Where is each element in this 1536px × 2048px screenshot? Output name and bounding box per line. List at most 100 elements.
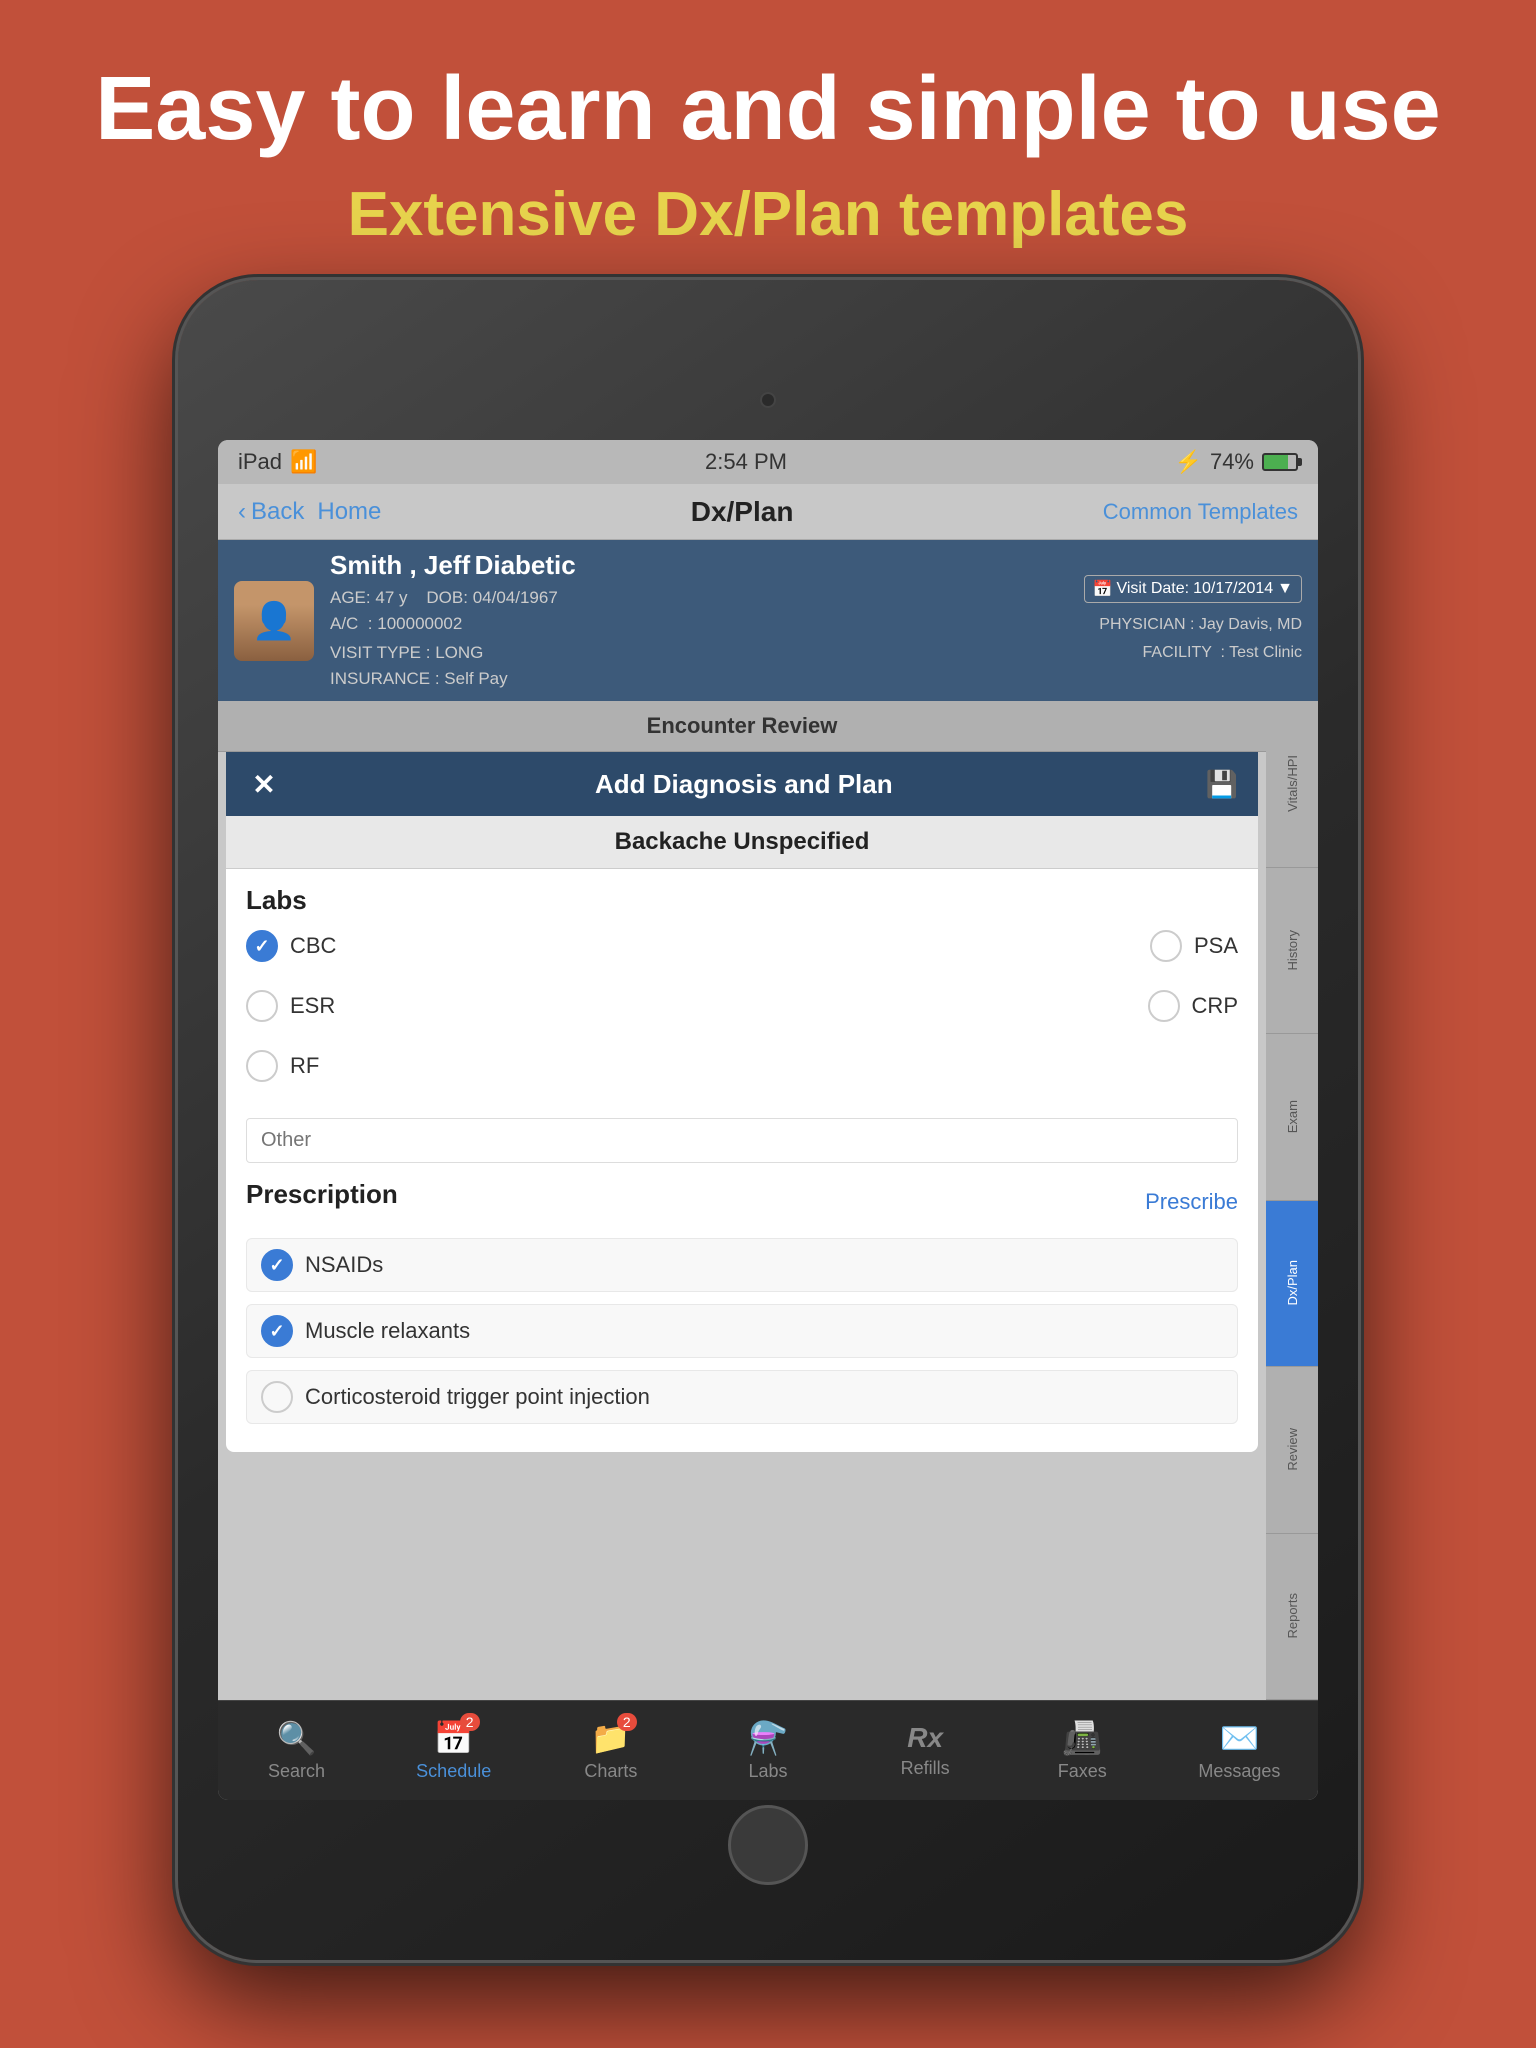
common-templates-button[interactable]: Common Templates: [1103, 499, 1298, 525]
ac-label: A/C: [330, 614, 358, 633]
dialog-save-button[interactable]: 💾: [1206, 769, 1238, 800]
esr-row: ESR: [246, 990, 335, 1022]
tab-vitals-hpi[interactable]: Vitals/HPI: [1266, 701, 1318, 868]
faxes-nav-icon: 📠: [1062, 1719, 1102, 1757]
cbc-checkbox[interactable]: [246, 930, 278, 962]
physician-label: PHYSICIAN: [1099, 616, 1185, 633]
corticosteroid-checkbox[interactable]: [261, 1381, 293, 1413]
patient-info: Smith , Jeff Diabetic AGE: 47 y DOB: 04/…: [330, 550, 1068, 691]
tab-exam[interactable]: Exam: [1266, 1034, 1318, 1201]
patient-photo: 👤: [234, 581, 314, 661]
rf-row: RF: [246, 1050, 319, 1082]
ipad-bottom-bezel: [218, 1800, 1318, 1880]
nsaids-label: NSAIDs: [305, 1252, 383, 1278]
patient-name: Smith , Jeff: [330, 550, 470, 580]
rf-checkbox[interactable]: [246, 1050, 278, 1082]
bottom-navigation: 🔍 Search 📅 2 Schedule 📁 2 Charts ⚗️: [218, 1700, 1318, 1800]
facility-name: Test Clinic: [1229, 644, 1302, 661]
tab-review[interactable]: Review: [1266, 1367, 1318, 1534]
main-content: Encounter Review ✕ Add Diagnosis and Pla…: [218, 701, 1266, 1700]
facility-label: FACILITY: [1143, 644, 1212, 661]
patient-ac: 100000002: [377, 614, 462, 633]
patient-name-row: Smith , Jeff Diabetic: [330, 550, 1068, 581]
nav-schedule[interactable]: 📅 2 Schedule: [389, 1719, 519, 1782]
labs-grid: CBC PSA: [246, 930, 1238, 1096]
dialog-body: Labs CBC PSA: [226, 869, 1258, 1452]
nav-charts[interactable]: 📁 2 Charts: [546, 1719, 676, 1782]
refills-nav-icon: Rx: [907, 1722, 943, 1754]
patient-dob: 04/04/1967: [473, 588, 558, 607]
status-left: iPad 📶: [238, 449, 317, 475]
dialog-close-button[interactable]: ✕: [246, 766, 282, 802]
status-time: 2:54 PM: [705, 449, 787, 475]
encounter-review-title: Encounter Review: [647, 713, 838, 738]
nsaids-checkbox[interactable]: [261, 1249, 293, 1281]
corticosteroid-item: Corticosteroid trigger point injection: [246, 1370, 1238, 1424]
psa-row: PSA: [1150, 930, 1238, 962]
psa-checkbox[interactable]: [1150, 930, 1182, 962]
nav-refills[interactable]: Rx Refills: [860, 1722, 990, 1779]
prescription-header: Prescription Prescribe: [246, 1179, 1238, 1224]
schedule-nav-label: Schedule: [416, 1761, 491, 1782]
diabetic-badge: Diabetic: [475, 550, 576, 580]
other-input[interactable]: [246, 1118, 1238, 1163]
tab-reports[interactable]: Reports: [1266, 1534, 1318, 1701]
nav-faxes[interactable]: 📠 Faxes: [1017, 1719, 1147, 1782]
dropdown-icon[interactable]: ▼: [1277, 580, 1293, 598]
visit-type-label: VISIT TYPE: [330, 643, 421, 662]
crp-label: CRP: [1192, 993, 1238, 1019]
charts-icon-wrap: 📁 2: [591, 1719, 631, 1757]
ipad-home-button[interactable]: [728, 1805, 808, 1885]
crp-checkbox[interactable]: [1148, 990, 1180, 1022]
wifi-icon: 📶: [290, 449, 317, 475]
patient-details: AGE: 47 y DOB: 04/04/1967 A/C : 10000000…: [330, 585, 1068, 636]
right-sidebar: Vitals/HPI History Exam Dx/Plan Review R…: [1266, 701, 1318, 1700]
muscle-relaxants-item: Muscle relaxants: [246, 1304, 1238, 1358]
muscle-relaxants-label: Muscle relaxants: [305, 1318, 470, 1344]
prescribe-button[interactable]: Prescribe: [1145, 1189, 1238, 1215]
calendar-icon: 📅: [1093, 579, 1113, 599]
charts-nav-label: Charts: [584, 1761, 637, 1782]
dialog-title: Add Diagnosis and Plan: [282, 769, 1206, 800]
age-label: AGE: [330, 588, 366, 607]
status-bar: iPad 📶 2:54 PM ⚡ 74%: [218, 440, 1318, 484]
diagnosis-dialog: ✕ Add Diagnosis and Plan 💾 Backache Unsp…: [226, 752, 1258, 1452]
labs-nav-icon: ⚗️: [748, 1719, 788, 1757]
tab-history-label: History: [1285, 930, 1300, 970]
ipad-camera: [760, 392, 776, 408]
dob-label: DOB: [426, 588, 463, 607]
nav-labs[interactable]: ⚗️ Labs: [703, 1719, 833, 1782]
labs-nav-label: Labs: [748, 1761, 787, 1782]
status-right: ⚡ 74%: [1175, 449, 1298, 475]
muscle-relaxants-checkbox[interactable]: [261, 1315, 293, 1347]
tab-dxplan-label: Dx/Plan: [1285, 1260, 1300, 1306]
nsaids-item: NSAIDs: [246, 1238, 1238, 1292]
back-button[interactable]: Back: [251, 498, 304, 526]
physician-name: Jay Davis, MD: [1199, 616, 1302, 633]
nav-left[interactable]: ‹ Back Home: [238, 498, 381, 526]
tab-dxplan[interactable]: Dx/Plan: [1266, 1201, 1318, 1368]
back-chevron-icon: ‹: [238, 498, 246, 526]
physician-info: PHYSICIAN : Jay Davis, MD FACILITY : Tes…: [1084, 611, 1302, 665]
corticosteroid-label: Corticosteroid trigger point injection: [305, 1384, 650, 1410]
nav-messages[interactable]: ✉️ Messages: [1174, 1719, 1304, 1782]
search-nav-label: Search: [268, 1761, 325, 1782]
tab-history[interactable]: History: [1266, 868, 1318, 1035]
home-button[interactable]: Home: [317, 498, 381, 526]
visit-date-box: 📅 Visit Date: 10/17/2014 ▼: [1084, 575, 1302, 603]
tab-review-label: Review: [1285, 1428, 1300, 1471]
esr-checkbox[interactable]: [246, 990, 278, 1022]
charts-badge: 2: [617, 1713, 637, 1731]
ipad-screen: iPad 📶 2:54 PM ⚡ 74% ‹ Back Home Dx/Plan…: [218, 440, 1318, 1800]
messages-nav-label: Messages: [1198, 1761, 1280, 1782]
navigation-bar: ‹ Back Home Dx/Plan Common Templates: [218, 484, 1318, 540]
insurance-label: INSURANCE: [330, 669, 430, 688]
dialog-overlay: ✕ Add Diagnosis and Plan 💾 Backache Unsp…: [218, 752, 1266, 1700]
insurance: Self Pay: [444, 669, 507, 688]
ipad-top-bezel: [218, 360, 1318, 440]
nav-search[interactable]: 🔍 Search: [232, 1719, 362, 1782]
refills-nav-label: Refills: [901, 1758, 950, 1779]
esr-label: ESR: [290, 993, 335, 1019]
tab-exam-label: Exam: [1285, 1100, 1300, 1133]
patient-age: 47 y: [375, 588, 407, 607]
